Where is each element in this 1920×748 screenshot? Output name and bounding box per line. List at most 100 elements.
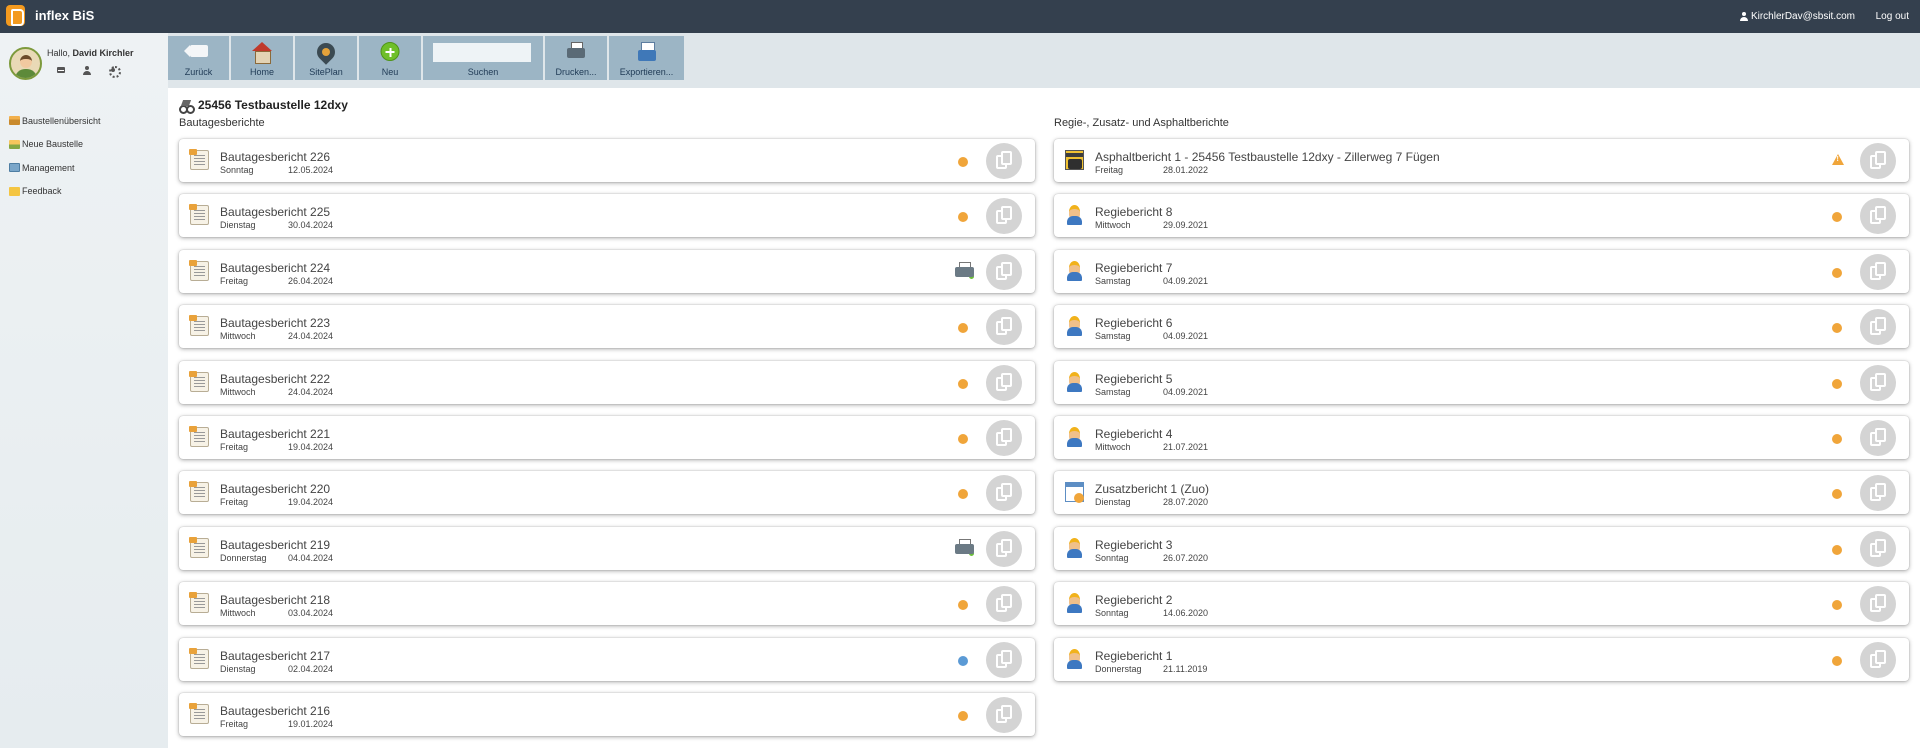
avatar-head <box>20 55 32 68</box>
status-dot-icon <box>958 434 968 444</box>
copy-report-button[interactable] <box>986 475 1022 512</box>
status-dot-icon <box>958 157 968 167</box>
report-card[interactable]: Bautagesbericht 221 Freitag 19.04.2024 <box>179 416 1035 459</box>
copy-icon <box>1001 594 1012 609</box>
report-weekday: Mittwoch <box>1095 442 1131 452</box>
report-card[interactable]: Bautagesbericht 225 Dienstag 30.04.2024 <box>179 194 1035 238</box>
avatar[interactable] <box>9 47 42 80</box>
copy-report-button[interactable] <box>986 143 1022 179</box>
copy-report-button[interactable] <box>1860 309 1896 346</box>
user-account-link[interactable]: KirchlerDav@sbsit.com <box>1739 11 1855 22</box>
copy-report-button[interactable] <box>1860 420 1896 456</box>
mail-icon[interactable] <box>56 65 66 75</box>
management-icon <box>9 163 20 172</box>
report-card[interactable]: Bautagesbericht 217 Dienstag 02.04.2024 <box>179 637 1035 681</box>
report-card[interactable]: Regiebericht 4 Mittwoch 21.07.2021 <box>1054 416 1909 459</box>
user-email: KirchlerDav@sbsit.com <box>1750 11 1855 22</box>
copy-report-button[interactable] <box>986 198 1022 235</box>
search-input[interactable] <box>433 43 531 62</box>
report-card[interactable]: Asphaltbericht 1 - 25456 Testbaustelle 1… <box>1054 139 1909 182</box>
status-dot-icon <box>1832 600 1842 611</box>
back-button[interactable]: Zurück <box>168 36 229 80</box>
siteplan-button[interactable]: SitePlan <box>295 36 357 80</box>
report-card[interactable]: Bautagesbericht 224 Freitag 26.04.2024 <box>179 249 1035 293</box>
report-title: Bautagesbericht 226 <box>220 150 331 164</box>
siteplan-button-label: SitePlan <box>309 67 343 77</box>
site-title-text: 25456 Testbaustelle 12dxy <box>198 98 348 112</box>
report-card[interactable]: Bautagesbericht 223 Mittwoch 24.04.2024 <box>179 305 1035 349</box>
avatar-body <box>15 69 37 78</box>
app-name: inflex BiS <box>35 8 95 23</box>
sidebar-item-feedback[interactable]: Feedback <box>9 186 101 197</box>
report-card[interactable]: Regiebericht 2 Sonntag 14.06.2020 <box>1054 582 1909 626</box>
home-button[interactable]: Home <box>231 36 293 80</box>
construction-worker-icon <box>1065 427 1084 447</box>
report-weekday: Samstag <box>1095 275 1131 286</box>
report-card[interactable]: Bautagesbericht 216 Freitag 19.01.2024 <box>179 693 1035 736</box>
report-card[interactable]: Bautagesbericht 220 Freitag 19.04.2024 <box>179 471 1035 515</box>
printer-icon <box>567 42 585 61</box>
report-card[interactable]: Regiebericht 3 Sonntag 26.07.2020 <box>1054 526 1909 570</box>
report-card[interactable]: Bautagesbericht 219 Donnerstag 04.04.2024 <box>179 526 1035 570</box>
report-date: 26.07.2020 <box>1163 552 1209 563</box>
sidebar-item-new-site[interactable]: Neue Baustelle <box>9 139 101 150</box>
copy-report-button[interactable] <box>1860 364 1896 401</box>
report-card[interactable]: Bautagesbericht 222 Mittwoch 24.04.2024 <box>179 360 1035 404</box>
copy-report-button[interactable] <box>986 641 1022 678</box>
report-card[interactable]: Regiebericht 6 Samstag 04.09.2021 <box>1054 305 1909 349</box>
report-weekday: Freitag <box>220 719 249 729</box>
status-dot-icon <box>1832 489 1842 500</box>
status-dot-icon <box>958 489 968 500</box>
site-overview-icon <box>9 116 20 125</box>
copy-report-button[interactable] <box>1860 530 1896 567</box>
copy-report-button[interactable] <box>1860 586 1896 623</box>
copy-report-button[interactable] <box>986 309 1022 346</box>
brand[interactable]: inflex BiS <box>6 5 94 26</box>
status-dot-icon <box>958 600 968 611</box>
report-date: 19.04.2024 <box>288 497 334 508</box>
greeting: Hallo, David Kirchler <box>47 48 134 58</box>
report-card[interactable]: Regiebericht 7 Samstag 04.09.2021 <box>1054 249 1909 293</box>
report-card[interactable]: Regiebericht 5 Samstag 04.09.2021 <box>1054 360 1909 404</box>
document-icon <box>189 204 209 226</box>
copy-report-button[interactable] <box>986 364 1022 401</box>
report-card[interactable]: Regiebericht 8 Mittwoch 29.09.2021 <box>1054 194 1909 238</box>
report-weekday: Mittwoch <box>220 608 256 619</box>
copy-icon <box>1001 649 1012 664</box>
sidebar-item-site-overview[interactable]: Baustellenübersicht <box>9 115 101 126</box>
report-card[interactable]: Bautagesbericht 226 Sonntag 12.05.2024 <box>179 139 1035 182</box>
report-title: Bautagesbericht 217 <box>220 648 331 663</box>
user-actions <box>56 65 121 78</box>
report-title: Regiebericht 8 <box>1095 205 1173 220</box>
report-card[interactable]: Zusatzbericht 1 (Zuo) Dienstag 28.07.2020 <box>1054 471 1909 515</box>
copy-report-button[interactable] <box>986 697 1022 733</box>
export-button[interactable]: Exportieren... <box>609 36 684 80</box>
report-card[interactable]: Regiebericht 1 Donnerstag 21.11.2019 <box>1054 637 1909 681</box>
report-card[interactable]: Bautagesbericht 218 Mittwoch 03.04.2024 <box>179 582 1035 626</box>
copy-report-button[interactable] <box>986 530 1022 567</box>
user-icon[interactable] <box>82 65 92 75</box>
copy-report-button[interactable] <box>986 253 1022 290</box>
search-button[interactable]: Suchen <box>423 36 543 80</box>
copy-report-button[interactable] <box>986 420 1022 456</box>
sidebar-item-label: Baustellenübersicht <box>22 115 101 126</box>
status-dot-icon <box>1832 267 1842 278</box>
report-title: Bautagesbericht 216 <box>220 704 331 718</box>
copy-report-button[interactable] <box>1860 475 1896 512</box>
copy-report-button[interactable] <box>1860 143 1896 179</box>
status-dot-icon <box>1832 544 1842 555</box>
logout-link[interactable]: Log out <box>1876 11 1909 22</box>
document-icon <box>189 703 209 724</box>
copy-report-button[interactable] <box>1860 253 1896 290</box>
copy-icon <box>1001 261 1012 276</box>
new-button[interactable]: Neu <box>359 36 421 80</box>
sidebar-item-management[interactable]: Management <box>9 162 101 173</box>
copy-report-button[interactable] <box>986 586 1022 623</box>
print-button[interactable]: Drucken... <box>545 36 607 80</box>
copy-report-button[interactable] <box>1860 198 1896 235</box>
copy-icon <box>1875 483 1886 498</box>
gear-icon[interactable] <box>108 65 121 78</box>
status-dot-icon <box>958 323 968 334</box>
page-title: 25456 Testbaustelle 12dxy <box>179 98 348 114</box>
copy-report-button[interactable] <box>1860 641 1896 678</box>
